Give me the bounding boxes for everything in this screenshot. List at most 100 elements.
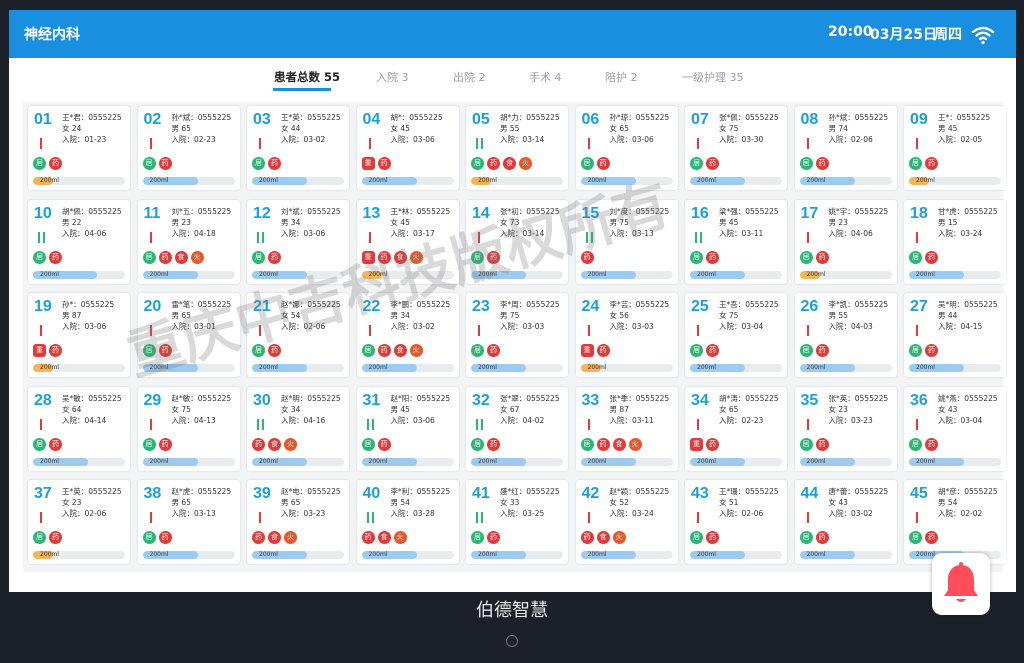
- bed-card[interactable]: 06 孙*琼：0555225 女 65 入院：03-06 居药 200ml: [575, 106, 678, 190]
- bed-card[interactable]: 16 梁*强：0555225 男 45 入院：03-11 居药 200ml: [685, 199, 787, 284]
- bed-card[interactable]: 39 赵*电：0555225 男 65 入院：03-23 药食火 200ml: [247, 480, 349, 564]
- bed-card[interactable]: 35 张*英：0555225 女 23 入院：03-23 居药 200ml: [794, 386, 897, 471]
- care-level-marker: [37, 231, 47, 243]
- bed-card[interactable]: 14 张*初：0555225 女 73 入院：03-14 居药 200ml: [466, 199, 568, 284]
- bed-card[interactable]: 21 赵*娜：0555225 女 54 入院：02-06 居药 200ml: [247, 293, 349, 377]
- bed-card[interactable]: 34 胡*涛：0555225 女 65 入院：02-23 重药 200ml: [685, 386, 787, 471]
- patient-sex-age: 女 65: [719, 404, 739, 414]
- bed-card[interactable]: 38 赵*虎：0555225 男 65 入院：03-13 居药 200ml: [137, 480, 240, 564]
- bed-card[interactable]: 30 赵*明：0555225 女 34 入院：04-16 药食火 200ml: [247, 386, 349, 471]
- tab-escort[interactable]: 陪护 2: [605, 69, 638, 85]
- bed-card[interactable]: 43 王*珊：0555225 女 51 入院：02-06 居药 200ml: [685, 480, 787, 564]
- bed-card[interactable]: 03 王*英：0555225 女 44 入院：03-02 居药 200ml: [247, 106, 349, 190]
- bed-card[interactable]: 15 刘*度：0555225 男 75 入院：03-13 药 200ml: [575, 199, 678, 284]
- bed-card[interactable]: 29 赵*敏：0555225 女 75 入院：04-13 居药 200ml: [137, 386, 240, 471]
- patient-name-id: 吴*明：0555225: [938, 300, 998, 309]
- medicine-icon: 药: [925, 437, 938, 451]
- infusion-bar: 200ml: [33, 270, 125, 279]
- bed-card[interactable]: 09 王*：0555225 男 45 入院：02-05 居药 200ml: [904, 106, 1006, 190]
- medicine-icon: 药: [49, 250, 62, 264]
- medicine-icon: 药: [815, 344, 829, 357]
- bed-card[interactable]: 13 王*林：0555225 女 45 入院：03-17 重药食火 200ml: [356, 199, 459, 284]
- bed-card[interactable]: 44 唐*蕾：0555225 女 43 入院：03-02 居药 200ml: [794, 480, 897, 564]
- care-level-marker: [475, 138, 485, 149]
- patient-name-id: 赵*颖：0555225: [609, 487, 670, 496]
- bed-card[interactable]: 41 盛*红：0555225 女 33 入院：03-25 居药 200ml: [466, 480, 568, 564]
- bed-card[interactable]: 18 甘*虎：0555225 男 15 入院：03-24 居药 200ml: [904, 199, 1006, 284]
- patient-name-id: 雷*笔：0555225: [171, 300, 232, 309]
- tab-surgery[interactable]: 手术 4: [529, 69, 562, 85]
- status-icons: 居药食火: [142, 250, 204, 265]
- care-level-marker: [366, 231, 376, 243]
- tab-first-level-care[interactable]: 一级护理 35: [682, 69, 744, 85]
- home-care-icon: 居: [142, 531, 156, 544]
- care-level-marker: [585, 325, 595, 336]
- patient-info: 王*珊：0555225 女 51 入院：02-06: [719, 486, 779, 519]
- infusion-volume: 200ml: [149, 177, 169, 184]
- patient-sex-age: 男 45: [938, 124, 958, 133]
- bed-card[interactable]: 17 姚*宇：0555225 男 23 入院：04-06 居药 200ml: [794, 199, 897, 284]
- bed-card[interactable]: 20 雷*笔：0555225 男 65 入院：03-01 居药 200ml: [137, 293, 240, 377]
- bed-card[interactable]: 02 孙*斌：0555225 男 65 入院：02-23 居药 200ml: [137, 106, 240, 190]
- bed-card[interactable]: 33 张*季：0555225 男 87 入院：03-11 居药食火 200ml: [575, 386, 678, 471]
- bed-card[interactable]: 05 胡*力：0555225 男 55 入院：03-14 居药食火 200ml: [466, 106, 568, 190]
- care-level-marker: [804, 418, 814, 430]
- tab-admitted[interactable]: 入院 3: [376, 69, 409, 85]
- bed-card[interactable]: 36 姚*燕：0555225 女 43 入院：03-04 居药 200ml: [904, 386, 1006, 471]
- bed-card[interactable]: 22 李*鹏：0555225 男 34 入院：03-02 居药食火 200ml: [356, 293, 459, 377]
- patient-name-id: 赵*敏：0555225: [171, 393, 232, 403]
- patient-name-id: 盛*红：0555225: [500, 487, 560, 496]
- infusion-volume: 200ml: [806, 551, 826, 558]
- bed-card[interactable]: 25 王*吾：0555225 女 75 入院：03-04 居药 200ml: [685, 293, 787, 377]
- bed-card[interactable]: 08 孙*斌：0555225 男 74 入院：02-06 居药 200ml: [794, 106, 897, 190]
- bed-card[interactable]: 28 吴*敏：0555225 女 64 入院：04-14 居药 200ml: [28, 386, 130, 471]
- patient-sex-age: 女 65: [609, 124, 629, 133]
- bed-number: 02: [143, 111, 162, 128]
- tab-discharged[interactable]: 出院 2: [453, 69, 486, 85]
- patient-sex-age: 男 54: [938, 498, 958, 507]
- bed-card[interactable]: 24 李*芸：0555225 女 56 入院：03-03 重药 200ml: [575, 293, 678, 377]
- patient-sex-age: 女 54: [281, 311, 301, 320]
- patient-name-id: 王*英：0555225: [62, 487, 122, 496]
- bed-card[interactable]: 45 胡*彦：0555225 男 54 入院：02-02 居药 200ml: [904, 480, 1006, 564]
- bed-card[interactable]: 23 李*周：0555225 男 75 入院：03-03 居药 200ml: [466, 293, 568, 377]
- bed-card[interactable]: 04 胡*：0555225 女 45 入院：03-06 重药 200ml: [356, 106, 459, 190]
- bed-card[interactable]: 01 王*君：0555225 女 24 入院：01-23 居药 200ml: [28, 106, 130, 190]
- diet-icon: 食: [393, 344, 407, 357]
- patient-info: 赵*娜：0555225 女 54 入院：02-06: [281, 299, 341, 332]
- home-care-icon: 居: [909, 437, 922, 451]
- status-icons: 居药: [690, 531, 719, 545]
- care-level-marker: [147, 418, 157, 430]
- bed-card[interactable]: 11 刘*五：0555225 男 23 入院：04-18 居药食火 200ml: [137, 199, 240, 284]
- admission-date: 入院：03-23: [828, 415, 873, 425]
- infusion-bar: 200ml: [142, 551, 235, 559]
- bed-card[interactable]: 37 王*英：0555225 女 23 入院：02-06 居药 200ml: [28, 480, 130, 564]
- patient-sex-age: 男 65: [171, 124, 191, 133]
- bed-card[interactable]: 27 吴*明：0555225 男 44 入院：04-15 居药 200ml: [904, 293, 1006, 377]
- bed-card[interactable]: 07 张*佩：0555225 女 75 入院：03-30 居药 200ml: [685, 106, 787, 190]
- bed-card[interactable]: 40 李*利：0555225 男 54 入院：03-28 药食火 200ml: [356, 480, 459, 564]
- bed-number: 34: [691, 391, 709, 409]
- patient-info: 李*利：0555225 男 54 入院：03-28: [391, 486, 451, 519]
- home-care-icon: 居: [690, 157, 703, 170]
- bed-card[interactable]: 19 孙*：0555225 男 87 入院：03-06 重药 200ml: [28, 293, 130, 377]
- bed-card[interactable]: 32 张*翠：0555225 女 67 入院：04-02 居药 200ml: [466, 386, 568, 471]
- tab-total-patients[interactable]: 患者总数 55: [274, 69, 340, 85]
- infusion-bar: 200ml: [909, 364, 1001, 372]
- infusion-bar: 200ml: [361, 364, 454, 372]
- bed-card[interactable]: 10 胡*佩：0555225 男 22 入院：04-06 居药 200ml: [28, 199, 130, 284]
- status-icons: 重药: [580, 344, 610, 358]
- bed-card[interactable]: 26 李*凯：0555225 男 55 入院：04-03 居药 200ml: [794, 293, 897, 377]
- admission-date: 入院：02-02: [938, 509, 983, 518]
- bed-card[interactable]: 31 赵*阳：0555225 男 45 入院：03-06 居药 200ml: [356, 386, 459, 471]
- bed-number: 11: [143, 204, 161, 222]
- bed-card[interactable]: 12 刘*斌：0555225 男 34 入院：03-06 居药 200ml: [247, 199, 349, 284]
- status-icons: 居药: [471, 531, 500, 545]
- medicine-icon: 药: [487, 531, 500, 544]
- medicine-icon: 药: [361, 531, 375, 544]
- bed-card[interactable]: 42 赵*颖：0555225 女 52 入院：03-24 药食火 200ml: [575, 480, 678, 564]
- patient-info: 刘*斌：0555225 男 34 入院：03-06: [281, 206, 341, 239]
- medicine-icon: 药: [925, 531, 938, 544]
- bed-number: 13: [362, 204, 381, 222]
- diet-icon: 食: [268, 437, 281, 451]
